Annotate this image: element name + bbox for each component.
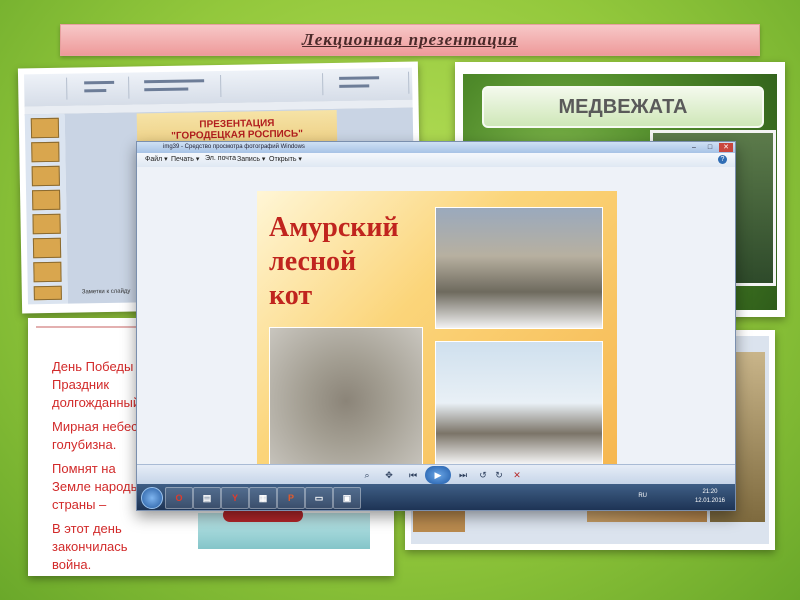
header-title: Лекционная презентация <box>302 30 518 49</box>
clock[interactable]: 21:20 12.01.2016 <box>695 488 725 506</box>
windows-photo-viewer: img39 - Средство просмотра фотографий Wi… <box>136 141 736 511</box>
menu-open[interactable]: Открыть ▾ <box>269 155 302 163</box>
close-icon[interactable]: ✕ <box>719 143 733 152</box>
previous-icon[interactable]: ⏮ <box>407 469 419 481</box>
minimize-icon[interactable]: – <box>687 143 701 152</box>
rotate-right-icon[interactable]: ↻ <box>493 469 505 481</box>
start-button[interactable] <box>141 487 163 509</box>
slide-title-line: Амурский <box>269 212 399 243</box>
yandex-icon[interactable]: Y <box>221 487 249 509</box>
poem-paragraph: В этот день закончилась война. <box>52 521 128 572</box>
powerpoint-icon[interactable]: P <box>277 487 305 509</box>
menu-bar: Файл ▾ Печать ▾ Эл. почта Запись ▾ Откры… <box>137 153 735 168</box>
language-indicator[interactable]: RU <box>638 493 647 499</box>
menu-print[interactable]: Печать ▾ <box>171 155 199 163</box>
opera-icon[interactable]: O <box>165 487 193 509</box>
clock-date: 12.01.2016 <box>694 498 725 504</box>
presentation-header: Лекционная презентация <box>60 24 760 56</box>
window-title: img39 - Средство просмотра фотографий Wi… <box>163 144 305 150</box>
displayed-slide: Амурский лесной кот <box>257 191 617 487</box>
menu-file[interactable]: Файл ▾ <box>145 155 168 163</box>
playback-controls: ⌕ ✥ ⏮ ▶ ⏭ ↺ ↻ ✕ <box>137 464 735 485</box>
menu-email[interactable]: Эл. почта <box>205 155 236 162</box>
maximize-icon[interactable]: □ <box>703 143 717 152</box>
zoom-icon[interactable]: ⌕ <box>361 469 373 481</box>
rotate-left-icon[interactable]: ↺ <box>477 469 489 481</box>
slide-thumbnails[interactable] <box>24 113 69 305</box>
help-icon[interactable]: ? <box>718 155 727 164</box>
menu-burn[interactable]: Запись ▾ <box>237 155 265 163</box>
slide-title-line: кот <box>269 280 313 311</box>
next-icon[interactable]: ⏭ <box>457 469 469 481</box>
notes-label: Заметки к слайду <box>81 288 131 296</box>
explorer-icon[interactable]: ▤ <box>193 487 221 509</box>
bear-slide-title: МЕДВЕЖАТА <box>482 86 764 128</box>
photo-viewer-icon[interactable]: ▣ <box>333 487 361 509</box>
clock-time: 21:20 <box>702 489 718 495</box>
cat-photo-snow <box>435 207 603 329</box>
media-icon[interactable]: ▦ <box>249 487 277 509</box>
fit-icon[interactable]: ✥ <box>383 469 395 481</box>
delete-icon[interactable]: ✕ <box>511 469 523 481</box>
slide-title: Амурский лесной кот <box>269 211 399 313</box>
taskbar-thumbnail <box>413 510 465 532</box>
slide-title-line: лесной <box>269 246 357 277</box>
folder-icon[interactable]: ▭ <box>305 487 333 509</box>
taskbar: O ▤ Y ▦ P ▭ ▣ RU 21:20 12.01.2016 <box>137 484 735 510</box>
cat-photo-sitting <box>435 341 603 465</box>
title-bar: img39 - Средство просмотра фотографий Wi… <box>137 142 735 153</box>
cat-photo-kittens <box>269 327 423 475</box>
slideshow-icon[interactable]: ▶ <box>425 466 451 484</box>
image-canvas: Амурский лесной кот <box>137 167 735 487</box>
